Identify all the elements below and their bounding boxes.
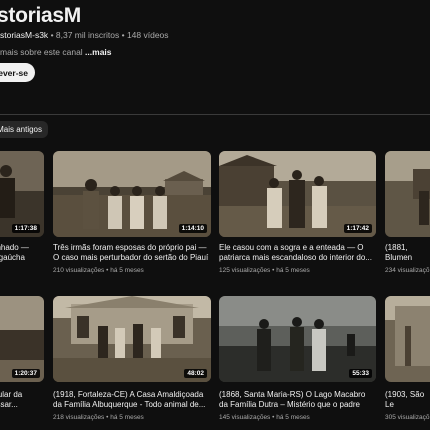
thumbnail-image — [385, 151, 430, 237]
video-title[interactable]: icular da assar... — [0, 390, 47, 410]
video-meta: 218 visualizações • há 5 meses — [53, 414, 144, 421]
tabs-divider — [0, 114, 430, 115]
view-count: 305 visualizaçõ — [385, 414, 430, 421]
more-link[interactable]: ...mais — [85, 47, 111, 57]
video-duration: 1:17:42 — [343, 224, 372, 233]
video-meta: 234 visualizaçõ — [385, 267, 429, 274]
video-thumbnail[interactable]: 55:33 — [219, 296, 376, 382]
subscriber-count: 8,37 mil inscritos — [55, 30, 120, 40]
video-meta: 145 visualizações • há 5 meses — [219, 414, 310, 421]
video-title[interactable]: (1918, Fortaleza-CE) A Casa Amaldiçoada … — [53, 390, 211, 410]
upload-age: há 5 meses — [110, 267, 144, 274]
video-title[interactable]: (1903, São Le da Família Kre — [385, 390, 430, 410]
video-title[interactable]: Três irmãs foram esposas do próprio pai … — [53, 243, 211, 263]
video-thumbnail[interactable] — [385, 151, 430, 237]
video-duration: 1:14:10 — [178, 224, 207, 233]
thumbnail-image — [385, 296, 430, 382]
view-count: 210 visualizações — [53, 267, 105, 274]
video-title[interactable]: unhado — a gaúcha — [0, 243, 47, 263]
video-meta: 125 visualizações • há 5 meses — [219, 267, 310, 274]
video-count: 148 vídeos — [126, 30, 169, 40]
description-text: mais sobre este canal — [0, 47, 86, 57]
view-count: 145 visualizações — [219, 414, 271, 421]
video-thumbnail[interactable]: 1:17:38 — [0, 151, 44, 237]
channel-handle: storiasM-s3k — [0, 30, 49, 40]
upload-age: há 5 meses — [110, 414, 144, 421]
video-meta: 305 visualizaçõ — [385, 414, 429, 421]
video-title[interactable]: (1868, Santa Maria-RS) O Lago Macabro da… — [219, 390, 376, 410]
video-thumbnail[interactable]: 1:14:10 — [53, 151, 211, 237]
channel-title: storiasM — [0, 4, 81, 27]
view-count: 234 visualizaçõ — [385, 267, 430, 274]
channel-description[interactable]: mais sobre este canal ...mais — [0, 47, 112, 57]
video-duration: 48:02 — [184, 369, 207, 378]
video-title[interactable]: (1881, Blumen Família Metzg — [385, 243, 430, 263]
video-thumbnail[interactable]: 1:17:42 — [219, 151, 376, 237]
subscribe-button[interactable]: rever-se — [0, 63, 35, 82]
upload-age: há 5 meses — [276, 414, 310, 421]
video-thumbnail[interactable]: 1:20:37 — [0, 296, 44, 382]
video-meta: 210 visualizações • há 5 meses — [53, 267, 144, 274]
video-duration: 1:20:37 — [11, 369, 40, 378]
filter-chip-oldest[interactable]: Mais antigos — [0, 121, 48, 138]
channel-meta: storiasM-s3k • 8,37 mil inscritos • 148 … — [0, 30, 169, 40]
video-duration: 1:17:38 — [11, 224, 40, 233]
video-title[interactable]: Ele casou com a sogra e a enteada — O pa… — [219, 243, 376, 263]
view-count: 218 visualizações — [53, 414, 105, 421]
view-count: 125 visualizações — [219, 267, 271, 274]
video-duration: 55:33 — [349, 369, 372, 378]
video-thumbnail[interactable]: 48:02 — [53, 296, 211, 382]
video-thumbnail[interactable] — [385, 296, 430, 382]
upload-age: há 5 meses — [276, 267, 310, 274]
